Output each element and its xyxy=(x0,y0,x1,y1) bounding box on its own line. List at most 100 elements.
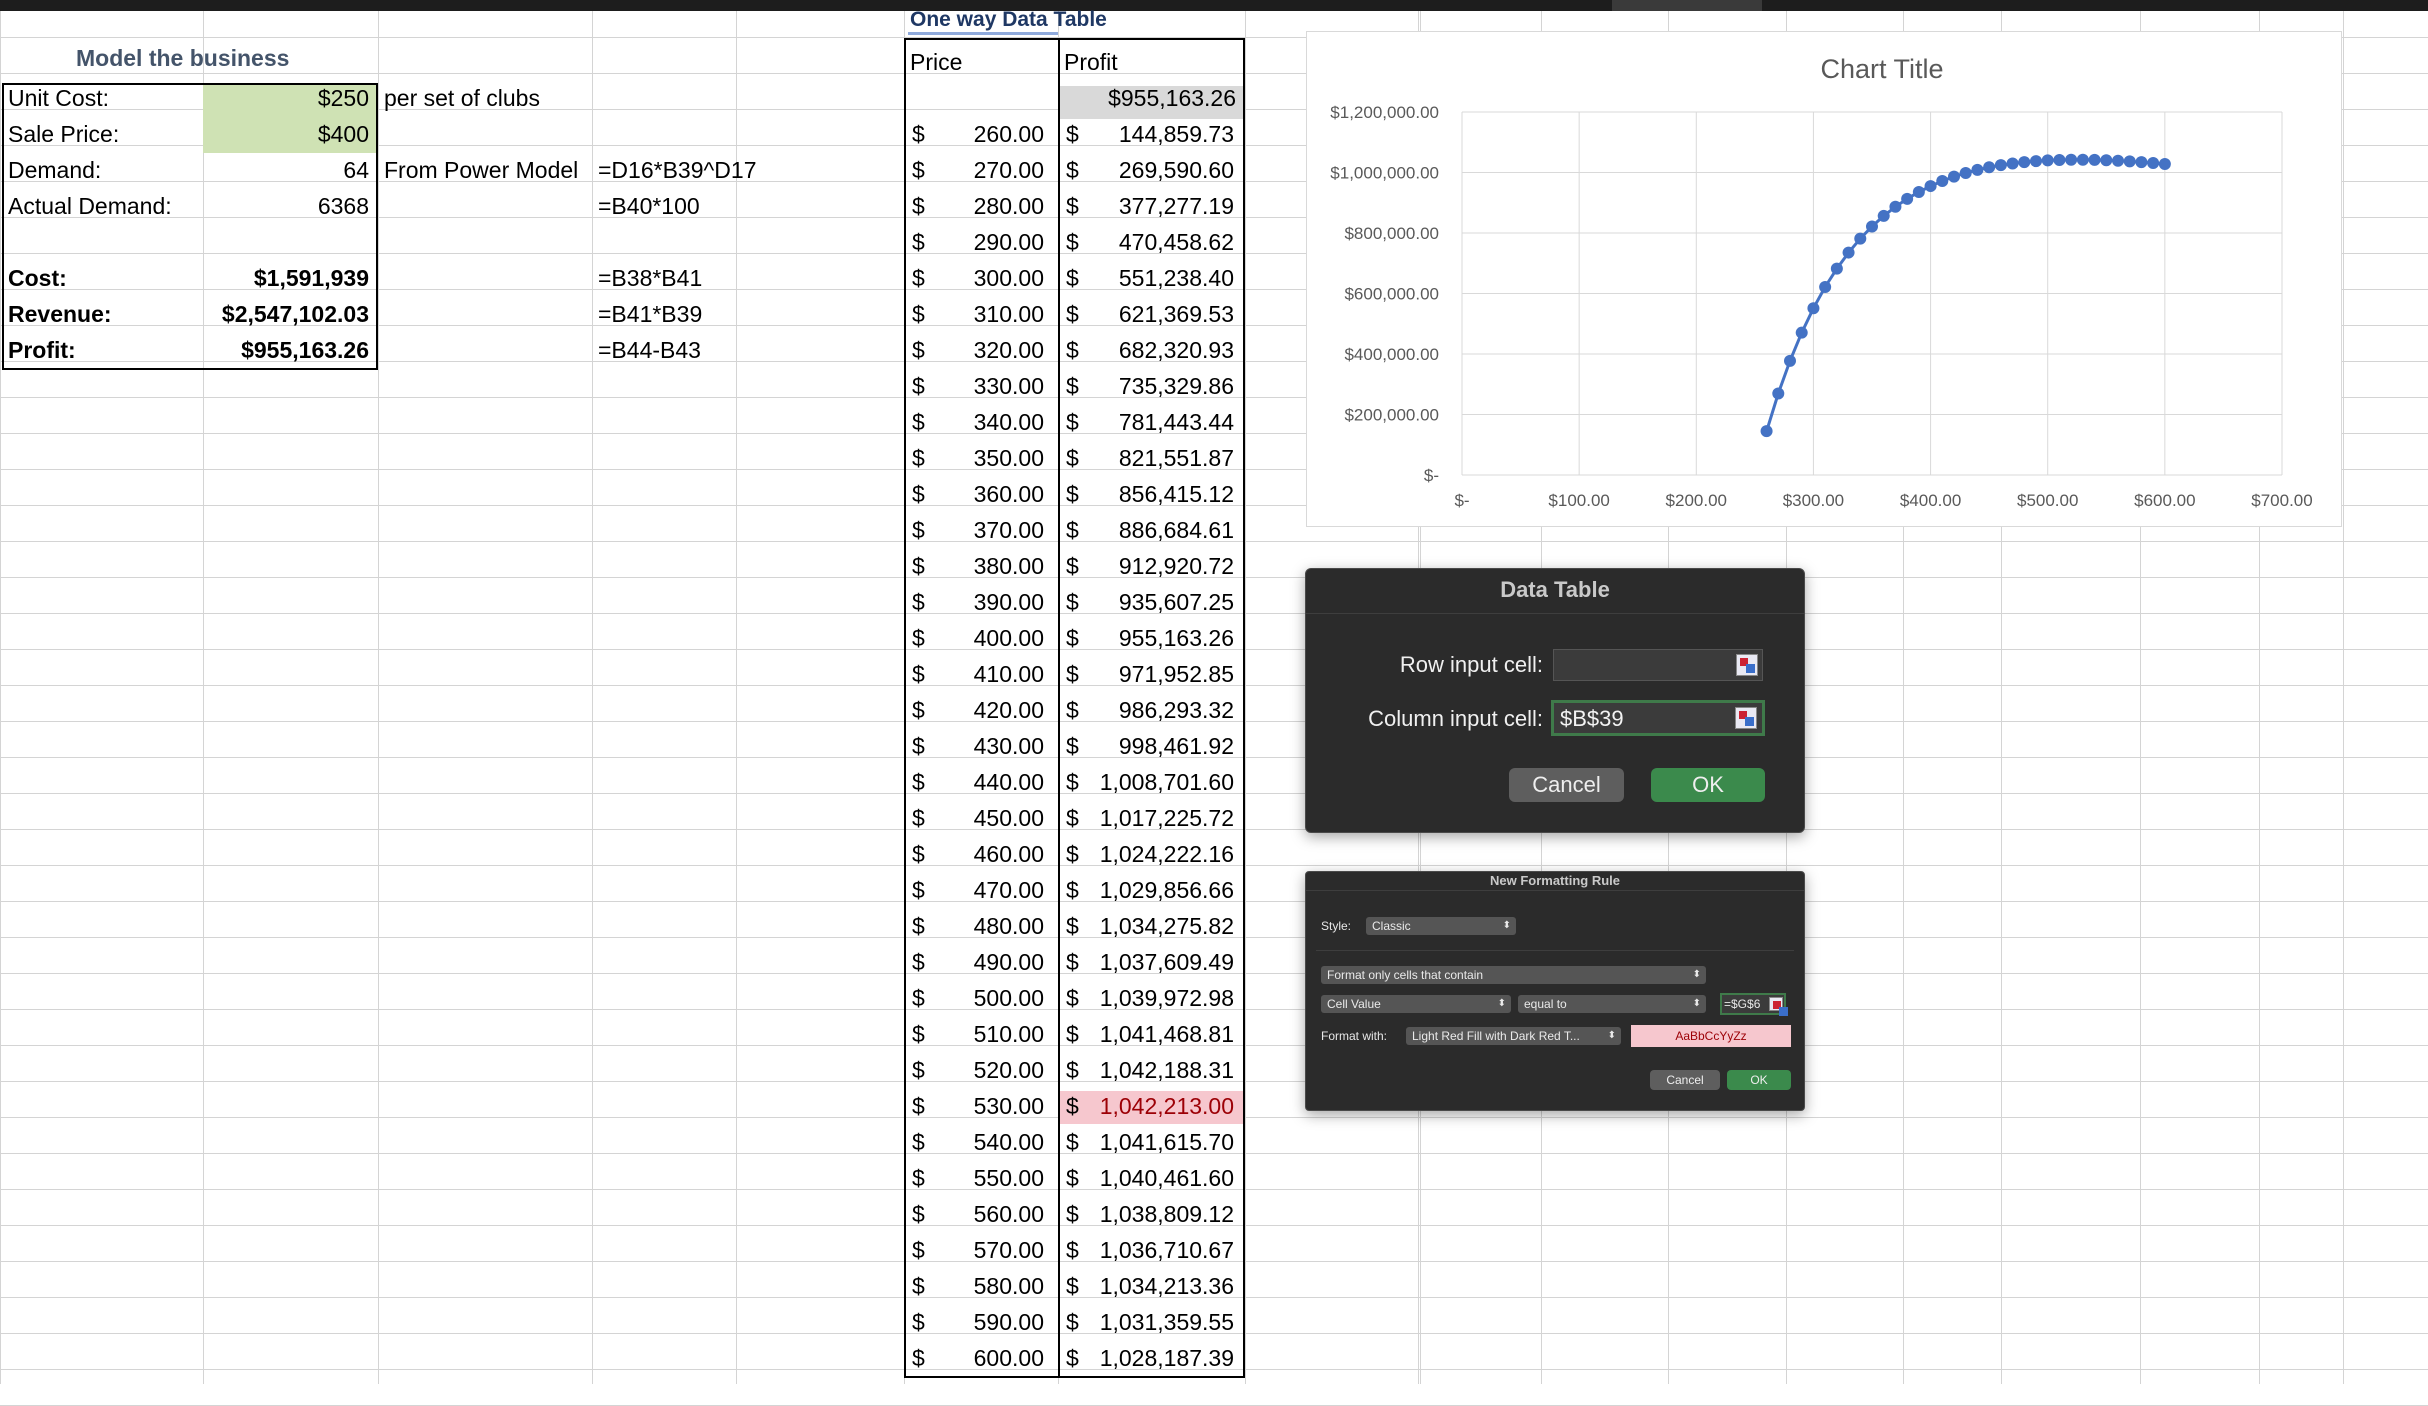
price-value[interactable]: 520.00 xyxy=(912,1052,1044,1088)
profit-value[interactable]: 1,028,187.39 xyxy=(1062,1340,1234,1376)
profit-value[interactable]: 1,034,213.36 xyxy=(1062,1268,1234,1304)
price-value[interactable]: 400.00 xyxy=(912,620,1044,656)
profit-value[interactable]: 781,443.44 xyxy=(1062,404,1234,440)
profit-value[interactable]: 1,024,222.16 xyxy=(1062,836,1234,872)
result-formula[interactable]: =B38*B41 xyxy=(598,260,702,296)
price-value[interactable]: 320.00 xyxy=(912,332,1044,368)
value-input[interactable]: =$G$6 xyxy=(1720,993,1788,1016)
price-value[interactable]: 370.00 xyxy=(912,512,1044,548)
model-label[interactable]: Unit Cost: xyxy=(8,80,198,116)
price-value[interactable]: 340.00 xyxy=(912,404,1044,440)
profit-value[interactable]: 886,684.61 xyxy=(1062,512,1234,548)
price-value[interactable]: 580.00 xyxy=(912,1268,1044,1304)
profit-value[interactable]: 551,238.40 xyxy=(1062,260,1234,296)
profit-value[interactable]: 377,277.19 xyxy=(1062,188,1234,224)
price-value[interactable]: 460.00 xyxy=(912,836,1044,872)
price-value[interactable]: 430.00 xyxy=(912,728,1044,764)
price-value[interactable]: 590.00 xyxy=(912,1304,1044,1340)
rule-type-select[interactable]: Format only cells that contain ⬍ xyxy=(1321,966,1706,984)
price-header[interactable]: Price xyxy=(910,44,962,80)
row-input-field[interactable] xyxy=(1553,649,1763,681)
cancel-button[interactable]: Cancel xyxy=(1509,768,1624,802)
profit-value[interactable]: 1,041,468.81 xyxy=(1062,1016,1234,1052)
price-value[interactable]: 510.00 xyxy=(912,1016,1044,1052)
price-value[interactable]: 290.00 xyxy=(912,224,1044,260)
format-select[interactable]: Light Red Fill with Dark Red T... ⬍ xyxy=(1406,1027,1621,1045)
price-value[interactable]: 300.00 xyxy=(912,260,1044,296)
profit-value[interactable]: 986,293.32 xyxy=(1062,692,1234,728)
result-label[interactable]: Profit: xyxy=(8,332,198,368)
profit-value[interactable]: 1,042,188.31 xyxy=(1062,1052,1234,1088)
price-value[interactable]: 390.00 xyxy=(912,584,1044,620)
profit-value[interactable]: 1,008,701.60 xyxy=(1062,764,1234,800)
price-value[interactable]: 470.00 xyxy=(912,872,1044,908)
profit-value[interactable]: 856,415.12 xyxy=(1062,476,1234,512)
price-value[interactable]: 420.00 xyxy=(912,692,1044,728)
profit-header[interactable]: Profit xyxy=(1064,44,1118,80)
model-label[interactable]: Actual Demand: xyxy=(8,188,198,224)
profit-value[interactable]: 144,859.73 xyxy=(1062,116,1234,152)
price-value[interactable]: 490.00 xyxy=(912,944,1044,980)
result-value[interactable]: $955,163.26 xyxy=(203,332,369,368)
price-value[interactable]: 540.00 xyxy=(912,1124,1044,1160)
profit-value[interactable]: 998,461.92 xyxy=(1062,728,1234,764)
model-value[interactable]: 6368 xyxy=(203,188,369,224)
price-value[interactable]: 570.00 xyxy=(912,1232,1044,1268)
price-value[interactable]: 260.00 xyxy=(912,116,1044,152)
result-formula[interactable]: =B41*B39 xyxy=(598,296,702,332)
range-picker-icon[interactable] xyxy=(1769,997,1788,1016)
profit-value[interactable]: 682,320.93 xyxy=(1062,332,1234,368)
range-picker-icon[interactable] xyxy=(1736,654,1758,676)
model-note[interactable]: From Power Model xyxy=(384,152,578,188)
profit-value[interactable]: 470,458.62 xyxy=(1062,224,1234,260)
profit-value[interactable]: 1,038,809.12 xyxy=(1062,1196,1234,1232)
price-value[interactable]: 270.00 xyxy=(912,152,1044,188)
price-value[interactable]: 410.00 xyxy=(912,656,1044,692)
price-value[interactable]: 560.00 xyxy=(912,1196,1044,1232)
data-table-title[interactable]: One way Data Table xyxy=(910,2,1107,38)
price-value[interactable]: 360.00 xyxy=(912,476,1044,512)
result-label[interactable]: Cost: xyxy=(8,260,198,296)
profit-value[interactable]: 269,590.60 xyxy=(1062,152,1234,188)
price-value[interactable]: 450.00 xyxy=(912,800,1044,836)
profit-value[interactable]: 935,607.25 xyxy=(1062,584,1234,620)
profit-value[interactable]: 821,551.87 xyxy=(1062,440,1234,476)
profit-value[interactable]: 1,036,710.67 xyxy=(1062,1232,1234,1268)
result-formula[interactable]: =B44-B43 xyxy=(598,332,701,368)
profit-value[interactable]: 1,042,213.00 xyxy=(1062,1088,1234,1124)
profit-value[interactable]: 1,034,275.82 xyxy=(1062,908,1234,944)
profit-value[interactable]: 1,039,972.98 xyxy=(1062,980,1234,1016)
style-select[interactable]: Classic ⬍ xyxy=(1366,917,1516,935)
operator-select[interactable]: equal to ⬍ xyxy=(1518,995,1706,1013)
price-value[interactable]: 530.00 xyxy=(912,1088,1044,1124)
profit-value[interactable]: 971,952.85 xyxy=(1062,656,1234,692)
condition-field-select[interactable]: Cell Value ⬍ xyxy=(1321,995,1511,1013)
model-value[interactable]: $250 xyxy=(203,80,369,116)
profit-value[interactable]: 1,017,225.72 xyxy=(1062,800,1234,836)
profit-value[interactable]: 912,920.72 xyxy=(1062,548,1234,584)
price-value[interactable]: 500.00 xyxy=(912,980,1044,1016)
price-value[interactable]: 550.00 xyxy=(912,1160,1044,1196)
model-value[interactable]: 64 xyxy=(203,152,369,188)
cancel-button[interactable]: Cancel xyxy=(1650,1070,1720,1090)
result-value[interactable]: $1,591,939 xyxy=(203,260,369,296)
model-note[interactable]: per set of clubs xyxy=(384,80,540,116)
price-value[interactable]: 330.00 xyxy=(912,368,1044,404)
price-value[interactable]: 380.00 xyxy=(912,548,1044,584)
top-profit-value[interactable]: $955,163.26 xyxy=(1060,80,1236,116)
profit-chart[interactable]: Chart Title $- $100.00 $200.00 $300.00 $400.0… xyxy=(1306,31,2342,527)
price-value[interactable]: 440.00 xyxy=(912,764,1044,800)
model-formula[interactable]: =B40*100 xyxy=(598,188,700,224)
model-value[interactable]: $400 xyxy=(203,116,369,152)
profit-value[interactable]: 1,029,856.66 xyxy=(1062,872,1234,908)
ok-button[interactable]: OK xyxy=(1727,1070,1791,1090)
profit-value[interactable]: 1,041,615.70 xyxy=(1062,1124,1234,1160)
scroll-indicator[interactable] xyxy=(1612,0,1762,11)
price-value[interactable]: 350.00 xyxy=(912,440,1044,476)
model-label[interactable]: Demand: xyxy=(8,152,198,188)
result-label[interactable]: Revenue: xyxy=(8,296,198,332)
price-value[interactable]: 600.00 xyxy=(912,1340,1044,1376)
profit-value[interactable]: 955,163.26 xyxy=(1062,620,1234,656)
model-label[interactable]: Sale Price: xyxy=(8,116,198,152)
ok-button[interactable]: OK xyxy=(1651,768,1765,802)
